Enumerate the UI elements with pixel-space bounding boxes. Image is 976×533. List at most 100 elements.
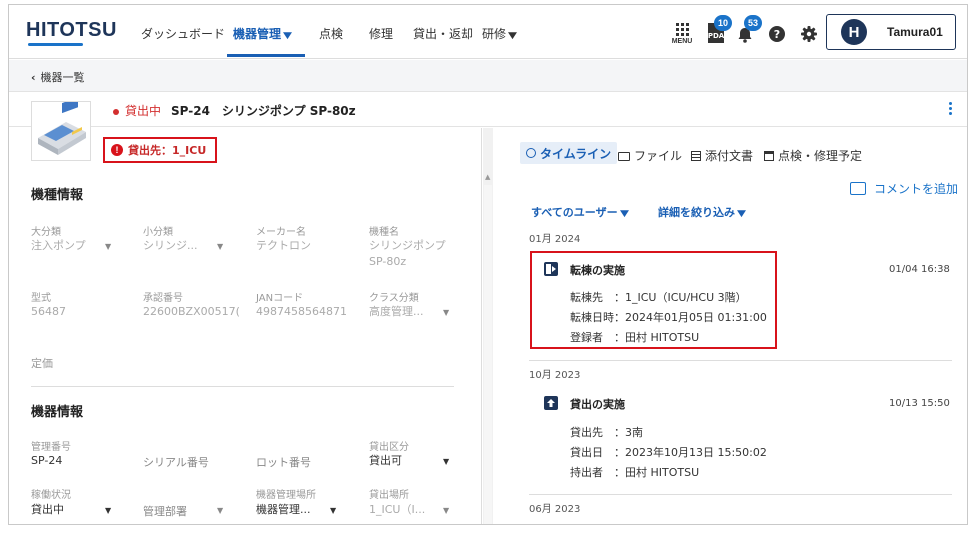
field-model-number[interactable]: 56487: [31, 304, 66, 320]
more-options-icon[interactable]: [947, 102, 953, 115]
timeline-event-detail: 貸出日 ：2023年10月13日 15:50:02: [570, 446, 767, 459]
chevron-down-icon: ▼: [507, 31, 517, 41]
detail-filter-label: 詳細を絞り込み: [658, 206, 735, 219]
scroll-up-arrow-icon[interactable]: ▲: [485, 173, 490, 181]
device-thumbnail[interactable]: [31, 101, 91, 161]
field-maker[interactable]: テクトロン: [256, 238, 311, 254]
chevron-down-icon: ▼: [443, 308, 450, 317]
field-label-approval-number: 承認番号: [143, 293, 183, 304]
nav-training[interactable]: 研修 ▼: [482, 25, 517, 42]
tab-schedule[interactable]: 点検・修理予定: [764, 147, 862, 164]
field-subcategory[interactable]: シリンジ...: [143, 238, 198, 254]
field-label-model-number: 型式: [31, 293, 51, 304]
chevron-down-icon: ▼: [282, 31, 292, 41]
gear-icon: [801, 26, 817, 42]
field-model-name[interactable]: シリンジポンプ SP-80z: [369, 238, 455, 270]
user-filter-dropdown[interactable]: すべてのユーザー ▼: [531, 204, 629, 220]
model-info-title: 機種情報: [31, 188, 84, 203]
calendar-icon: [764, 151, 774, 161]
field-category[interactable]: 注入ポンプ: [31, 238, 86, 254]
clock-icon: [526, 148, 536, 158]
timeline-event-detail: 貸出先 ：3南: [570, 426, 643, 439]
nav-active-indicator: [227, 54, 305, 57]
detail-filter-dropdown[interactable]: 詳細を絞り込み ▼: [658, 204, 746, 220]
page-title: SP-24 シリンジポンプ SP-80z: [171, 104, 356, 118]
field-lot-number[interactable]: ロット番号: [256, 455, 311, 471]
svg-text:PDA: PDA: [708, 32, 725, 40]
field-label-lending-location: 貸出場所: [369, 490, 409, 501]
nav-device-management-label: 機器管理: [233, 27, 282, 41]
chevron-left-icon: ‹: [31, 71, 36, 84]
chevron-down-icon: ▼: [443, 457, 450, 466]
field-label-model-name: 機種名: [369, 227, 399, 238]
tab-timeline[interactable]: タイムライン: [520, 142, 618, 164]
comment-icon: [850, 182, 866, 195]
field-management-location[interactable]: 機器管理...: [256, 502, 311, 518]
timeline-event-detail: 登録者 ：田村 HITOTSU: [570, 331, 700, 344]
nav-lending-return[interactable]: 貸出・返却: [413, 25, 473, 42]
timeline-event-time: 10/13 15:50: [889, 398, 950, 409]
field-label-list-price: 定価: [31, 357, 53, 370]
nav-training-label: 研修: [482, 27, 507, 41]
timeline-month-label: 10月 2023: [529, 370, 581, 381]
tab-files-label: ファイル: [634, 149, 683, 163]
document-count-badge: 10: [714, 15, 733, 31]
nav-dashboard[interactable]: ダッシュボード: [141, 25, 225, 42]
timeline-event-time: 01/04 16:38: [889, 264, 950, 275]
status-dot-icon: [113, 108, 119, 115]
settings-button[interactable]: [797, 22, 821, 46]
lending-destination-badge: ! 貸出先：1_ICU: [103, 137, 217, 163]
tab-files[interactable]: ファイル: [618, 147, 682, 164]
chevron-down-icon: ▼: [217, 506, 224, 515]
tab-attachments[interactable]: 添付文書: [691, 147, 753, 164]
field-lending-category[interactable]: 貸出可: [369, 453, 402, 469]
device-status-line: 貸出中 SP-24 シリンジポンプ SP-80z: [113, 102, 356, 119]
user-name: Tamura01: [887, 25, 943, 39]
field-lending-location[interactable]: 1_ICU（I...: [369, 502, 425, 518]
lending-destination-text: 貸出先：1_ICU: [128, 144, 207, 157]
back-to-device-list[interactable]: ‹ 機器一覧: [31, 69, 85, 85]
device-details-panel: ! 貸出先：1_ICU 機種情報 大分類 注入ポンプ ▼ 小分類 シリンジ...…: [9, 128, 482, 524]
nav-device-management[interactable]: 機器管理 ▼: [233, 25, 292, 42]
field-class[interactable]: 高度管理...: [369, 304, 424, 320]
scrollbar-thumb[interactable]: [484, 185, 492, 524]
add-comment-label: コメントを追加: [874, 182, 959, 196]
field-label-lending-category: 貸出区分: [369, 442, 409, 453]
field-operation-status[interactable]: 貸出中: [31, 502, 64, 518]
field-jan-code[interactable]: 4987458564871: [256, 304, 347, 320]
user-filter-label: すべてのユーザー: [531, 206, 618, 219]
back-label: 機器一覧: [40, 71, 85, 84]
tab-attachments-label: 添付文書: [705, 149, 754, 163]
user-menu-button[interactable]: H Tamura01: [826, 14, 956, 50]
nav-inspection[interactable]: 点検: [319, 25, 343, 42]
alert-icon: !: [111, 144, 123, 156]
timeline-event-title[interactable]: 貸出の実施: [570, 396, 625, 412]
document-icon: [691, 151, 701, 161]
breadcrumb: ‹ 機器一覧: [9, 60, 967, 92]
timeline-divider: [529, 494, 952, 495]
field-management-number[interactable]: SP-24: [31, 453, 62, 469]
chevron-down-icon: ▼: [330, 506, 337, 515]
logo-underline: [28, 43, 83, 46]
timeline-month-label: 01月 2024: [529, 234, 581, 245]
chevron-down-icon: ▼: [217, 242, 224, 251]
field-label-maker: メーカー名: [256, 227, 306, 238]
nav-repair[interactable]: 修理: [369, 25, 393, 42]
lending-icon: [544, 396, 558, 410]
help-icon: ?: [769, 26, 785, 42]
timeline-event-title[interactable]: 転棟の実施: [570, 262, 625, 278]
help-button[interactable]: ?: [765, 22, 789, 46]
menu-button[interactable]: MENU: [670, 21, 694, 51]
field-approval-number[interactable]: 22600BZX00517(: [143, 304, 243, 320]
add-comment-button[interactable]: コメントを追加: [850, 180, 958, 197]
field-label-class: クラス分類: [369, 293, 419, 304]
logo[interactable]: HITOTSU: [26, 19, 117, 42]
field-label-management-number: 管理番号: [31, 442, 71, 453]
field-serial-number[interactable]: シリアル番号: [143, 455, 209, 471]
device-header: 貸出中 SP-24 シリンジポンプ SP-80z: [9, 93, 967, 127]
field-management-department[interactable]: 管理部署: [143, 504, 187, 520]
activity-panel: タイムライン ファイル 添付文書 点検・修理予定 コメントを追加 すべてのユーザ…: [494, 128, 967, 524]
device-info-title: 機器情報: [31, 405, 84, 420]
chevron-down-icon: ▼: [105, 242, 112, 251]
field-label-operation-status: 稼働状況: [31, 490, 71, 501]
